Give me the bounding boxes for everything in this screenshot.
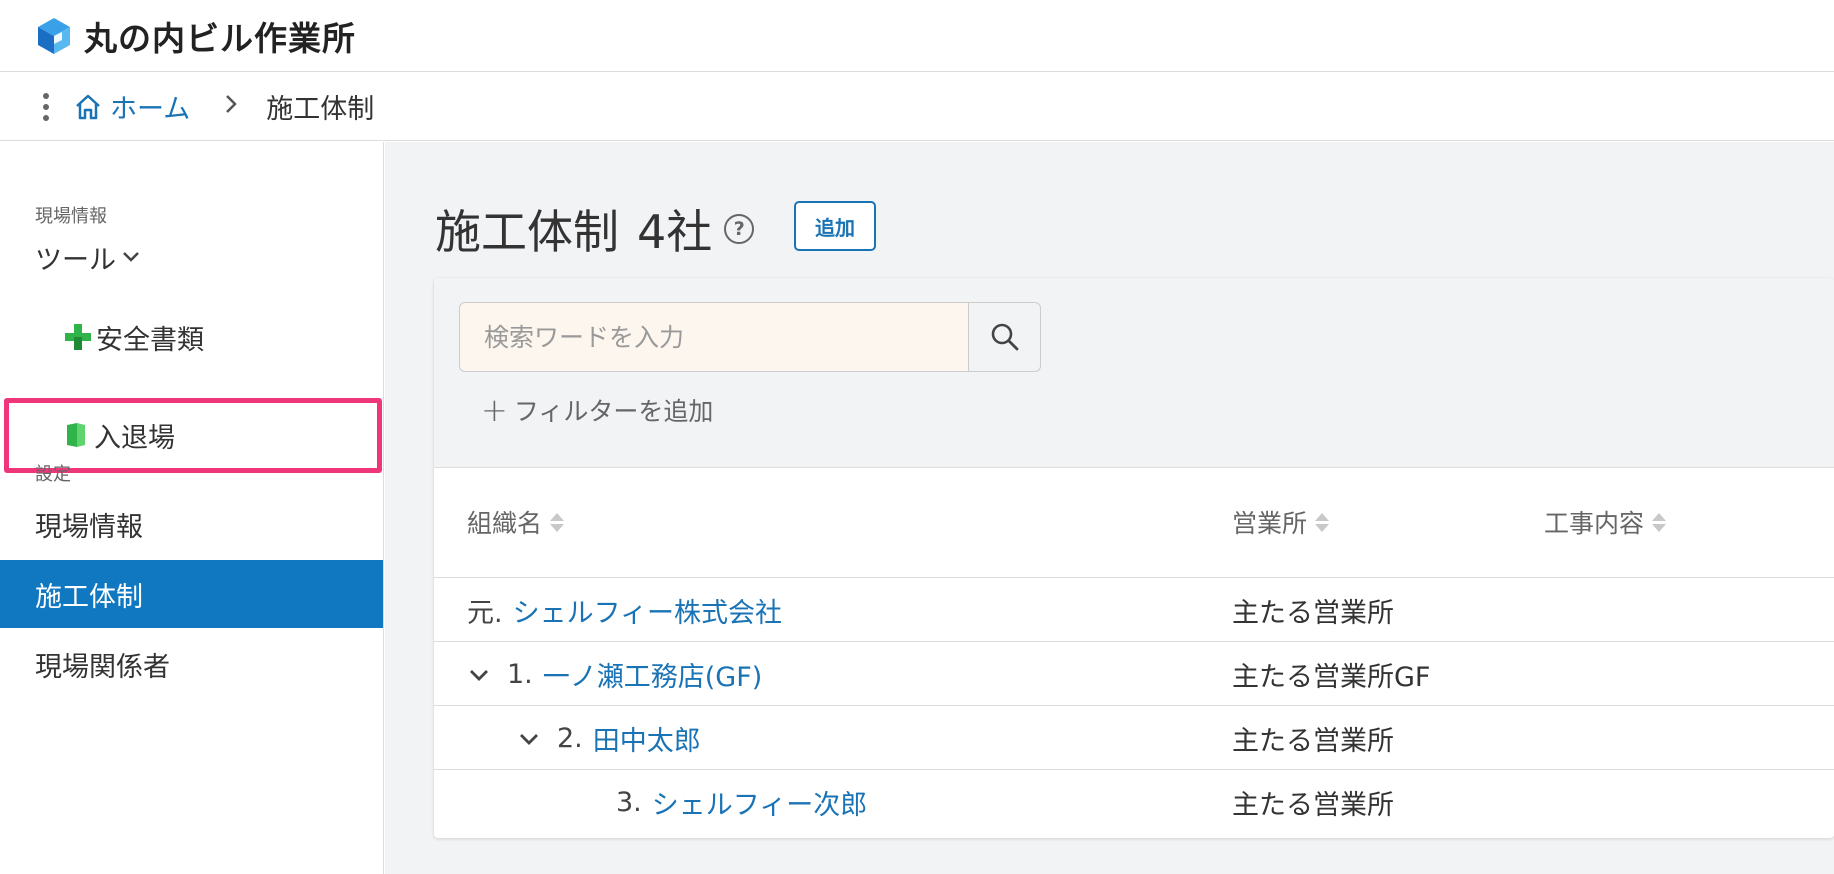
office-cell: 主たる営業所 (1232, 598, 1394, 629)
sort-icon (1315, 512, 1330, 532)
org-name-link[interactable]: 田中太郎 (593, 719, 701, 758)
search-input[interactable] (459, 302, 969, 372)
help-icon[interactable]: ? (724, 214, 755, 244)
table-row: 2. 田中太郎 主たる営業所 (434, 707, 1834, 770)
column-label: 工事内容 (1544, 509, 1645, 538)
sidebar-tools-toggle[interactable]: ツール (0, 232, 383, 282)
main-content: 施工体制 4社 ? 追加 + フィルターを追加 組織名 営業 (385, 142, 1834, 874)
column-label: 組織名 (467, 509, 543, 538)
table-row: 1. 一ノ瀬工務店(GF) 主たる営業所GF (434, 643, 1834, 706)
org-name-cell: 1. 一ノ瀬工務店(GF) (467, 643, 762, 706)
org-name-link[interactable]: 一ノ瀬工務店(GF) (543, 655, 763, 694)
office-cell: 主たる営業所 (1232, 790, 1394, 821)
org-rank: 2. (557, 723, 583, 754)
org-name-cell: 2. 田中太郎 (517, 707, 701, 770)
sort-icon (550, 512, 565, 532)
breadcrumb-home-label: ホーム (110, 94, 191, 125)
breadcrumb-home-link[interactable]: ホーム (74, 87, 190, 126)
breadcrumb-current: 施工体制 (266, 94, 375, 125)
column-header-office[interactable]: 営業所 (1232, 504, 1330, 540)
sidebar-item-label: 施工体制 (35, 581, 143, 613)
sidebar-item-safety-docs[interactable]: 安全書類 (64, 312, 204, 362)
green-cross-icon (65, 324, 91, 350)
filter-area: + フィルターを追加 (434, 278, 1834, 468)
add-button[interactable]: 追加 (794, 201, 876, 251)
breadcrumb: ホーム 施工体制 (0, 73, 1834, 141)
org-rank: 元. (467, 598, 503, 629)
sidebar-tools-label: ツール (35, 244, 116, 276)
search-button[interactable] (968, 302, 1041, 372)
construction-table-panel: + フィルターを追加 組織名 営業所 工事内容 元. (434, 278, 1834, 838)
column-header-org-name[interactable]: 組織名 (467, 504, 565, 540)
plus-icon: + (481, 391, 508, 429)
home-icon (76, 94, 100, 119)
table-header: 組織名 営業所 工事内容 (434, 468, 1834, 578)
sidebar-item-label: 入退場 (94, 422, 175, 454)
site-title: 丸の内ビル作業所 (84, 18, 356, 58)
org-rank: 3. (616, 787, 642, 818)
table-row: 3. シェルフィー次郎 主たる営業所 (434, 771, 1834, 834)
column-header-work-content[interactable]: 工事内容 (1544, 504, 1667, 540)
company-count: 4社 (637, 205, 713, 259)
chevron-down-icon (123, 252, 139, 262)
chevron-right-icon (224, 94, 238, 120)
org-name-link[interactable]: シェルフィー次郎 (652, 783, 867, 822)
org-name-cell: 元. シェルフィー株式会社 (467, 579, 782, 642)
search-icon (991, 323, 1018, 351)
sidebar-item-construction-system[interactable]: 施工体制 (0, 560, 383, 628)
add-filter-button[interactable]: + フィルターを追加 (481, 391, 713, 429)
sidebar-item-label: 現場情報 (35, 511, 143, 543)
sidebar-item-label: 現場関係者 (35, 651, 170, 683)
office-cell: 主たる営業所 (1232, 726, 1394, 757)
org-name-cell: 3. シェルフィー次郎 (616, 771, 867, 834)
column-label: 営業所 (1232, 509, 1308, 538)
sidebar-section-settings: 設定 (35, 464, 71, 485)
sidebar-item-site-members[interactable]: 現場関係者 (0, 630, 383, 698)
office-cell: 主たる営業所GF (1232, 662, 1431, 693)
cube-logo-icon (38, 17, 70, 54)
chevron-down-icon[interactable] (467, 663, 491, 687)
sidebar-item-site-info[interactable]: 現場情報 (0, 490, 383, 558)
more-menu-icon[interactable] (36, 91, 56, 123)
sidebar-item-label: 安全書類 (96, 324, 204, 356)
table-row: 元. シェルフィー株式会社 主たる営業所 (434, 579, 1834, 642)
org-rank: 1. (507, 659, 533, 690)
sidebar: 現場情報 ツール 安全書類 入退場 設定 現場情報 施工体制 現場関係者 (0, 142, 384, 874)
page-title-text: 施工体制 (435, 205, 619, 259)
green-door-icon (67, 423, 85, 447)
add-filter-label: フィルターを追加 (513, 397, 714, 426)
sidebar-item-entry-exit[interactable]: 入退場 (64, 410, 175, 460)
chevron-down-icon[interactable] (517, 727, 541, 751)
org-name-link[interactable]: シェルフィー株式会社 (513, 591, 782, 630)
top-bar: 丸の内ビル作業所 (0, 0, 1834, 72)
sidebar-section-site-info: 現場情報 (35, 206, 107, 227)
page-title: 施工体制 4社 ? (435, 196, 755, 262)
sort-icon (1652, 512, 1667, 532)
